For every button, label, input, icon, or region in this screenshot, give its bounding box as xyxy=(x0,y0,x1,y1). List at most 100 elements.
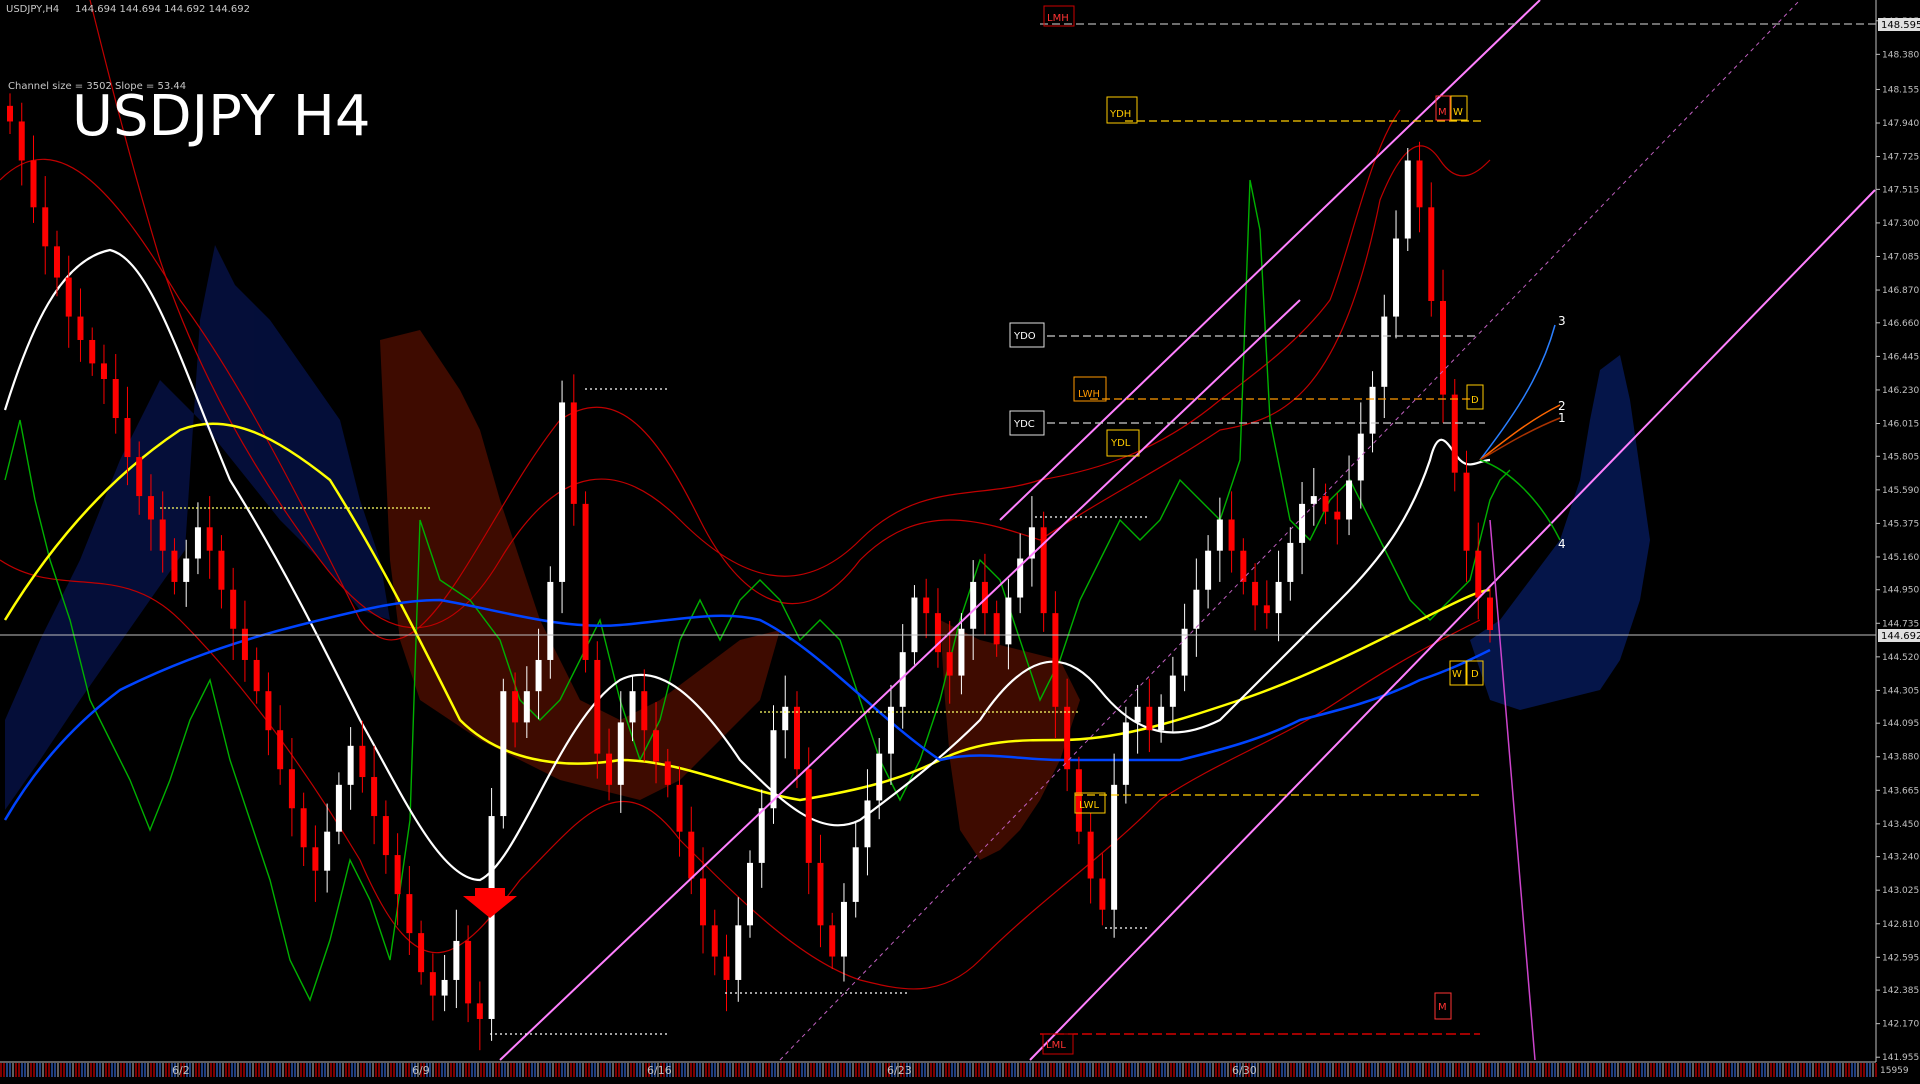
candle-bull[interactable] xyxy=(535,659,542,692)
candle-bull[interactable] xyxy=(876,753,883,801)
candle-bear[interactable] xyxy=(1052,613,1059,707)
candle-bear[interactable] xyxy=(30,160,37,208)
candle-bull[interactable] xyxy=(1381,316,1388,387)
candle-bear[interactable] xyxy=(1146,706,1153,731)
candle-bull[interactable] xyxy=(864,800,871,848)
candle-bear[interactable] xyxy=(265,691,272,731)
candle-bear[interactable] xyxy=(18,121,25,161)
candle-bear[interactable] xyxy=(570,402,577,504)
price-chart[interactable]: LMH YDH M W YDO LWH D YDC YDL W D LWL M … xyxy=(0,0,1920,1080)
candle-bull[interactable] xyxy=(911,597,918,653)
candle-bear[interactable] xyxy=(206,527,213,551)
candle-bear[interactable] xyxy=(277,730,284,770)
candle-bull[interactable] xyxy=(958,628,965,676)
candle-bull[interactable] xyxy=(852,847,859,902)
candle-bear[interactable] xyxy=(653,730,660,762)
candle-bear[interactable] xyxy=(382,816,389,856)
candle-bear[interactable] xyxy=(147,496,154,520)
candle-bear[interactable] xyxy=(993,613,1000,645)
candle-bull[interactable] xyxy=(1169,675,1176,707)
candle-bull[interactable] xyxy=(1393,238,1400,317)
candle-bull[interactable] xyxy=(1404,160,1411,239)
candle-bear[interactable] xyxy=(723,956,730,980)
candle-bull[interactable] xyxy=(183,558,190,582)
candle-bear[interactable] xyxy=(700,878,707,926)
candle-bull[interactable] xyxy=(735,925,742,980)
candle-bull[interactable] xyxy=(758,808,765,863)
candle-bear[interactable] xyxy=(1487,597,1493,631)
candle-bull[interactable] xyxy=(1287,542,1294,582)
candle-bull[interactable] xyxy=(559,402,566,582)
candle-bear[interactable] xyxy=(159,519,166,551)
candle-bear[interactable] xyxy=(476,1003,483,1019)
candle-bear[interactable] xyxy=(606,753,613,785)
candle-bear[interactable] xyxy=(53,246,60,278)
candle-bear[interactable] xyxy=(829,925,836,957)
candle-bull[interactable] xyxy=(1275,581,1282,614)
candle-bear[interactable] xyxy=(1451,394,1458,473)
candle-bear[interactable] xyxy=(676,784,683,832)
candle-bear[interactable] xyxy=(300,808,307,848)
candle-bear[interactable] xyxy=(1263,605,1270,614)
candle-bear[interactable] xyxy=(1087,831,1094,879)
candle-bear[interactable] xyxy=(89,339,96,364)
candle-bear[interactable] xyxy=(1440,300,1447,395)
candle-bull[interactable] xyxy=(782,706,789,731)
candle-bear[interactable] xyxy=(711,925,718,957)
candle-bear[interactable] xyxy=(465,940,472,1004)
candle-bear[interactable] xyxy=(1252,581,1259,606)
candle-bull[interactable] xyxy=(1193,589,1200,629)
candle-bear[interactable] xyxy=(817,862,824,926)
candle-bear[interactable] xyxy=(230,589,237,629)
candle-bear[interactable] xyxy=(359,745,366,778)
candle-bull[interactable] xyxy=(1122,722,1129,785)
candle-bull[interactable] xyxy=(1134,706,1141,723)
candle-bear[interactable] xyxy=(688,831,695,879)
candle-bull[interactable] xyxy=(1299,503,1306,543)
candle-bull[interactable] xyxy=(347,745,354,785)
candle-bear[interactable] xyxy=(171,550,178,582)
candle-bear[interactable] xyxy=(923,597,930,614)
candle-bear[interactable] xyxy=(77,316,84,340)
candle-bear[interactable] xyxy=(429,972,436,996)
candle-bear[interactable] xyxy=(136,457,143,497)
candle-bear[interactable] xyxy=(218,550,225,590)
candle-bull[interactable] xyxy=(840,901,847,957)
candle-bear[interactable] xyxy=(512,691,519,723)
candle-bull[interactable] xyxy=(547,581,554,660)
candle-bull[interactable] xyxy=(194,527,201,559)
candle-bull[interactable] xyxy=(970,581,977,629)
candle-bear[interactable] xyxy=(1463,472,1470,551)
candle-bull[interactable] xyxy=(324,831,331,871)
candle-bear[interactable] xyxy=(946,652,953,676)
candle-bull[interactable] xyxy=(887,706,894,754)
candle-bull[interactable] xyxy=(1216,519,1223,551)
candle-bear[interactable] xyxy=(1334,511,1341,520)
candle-bull[interactable] xyxy=(1369,386,1376,434)
candle-bear[interactable] xyxy=(42,207,49,247)
candle-bear[interactable] xyxy=(100,363,107,380)
candle-bull[interactable] xyxy=(523,691,530,723)
candle-bull[interactable] xyxy=(453,940,460,980)
candle-bull[interactable] xyxy=(617,722,624,785)
candle-bull[interactable] xyxy=(747,862,753,926)
candle-bear[interactable] xyxy=(371,777,378,817)
candle-bull[interactable] xyxy=(770,730,777,809)
chart-window[interactable]: LMH YDH M W YDO LWH D YDC YDL W D LWL M … xyxy=(0,0,1920,1080)
candle-bull[interactable] xyxy=(1181,628,1188,676)
candle-bear[interactable] xyxy=(1322,496,1329,512)
candle-bear[interactable] xyxy=(312,847,319,871)
candle-bear[interactable] xyxy=(664,761,671,785)
candle-bear[interactable] xyxy=(641,691,648,731)
candle-bull[interactable] xyxy=(1005,597,1012,645)
candle-bear[interactable] xyxy=(7,105,13,122)
candle-bear[interactable] xyxy=(1240,550,1247,582)
candle-bear[interactable] xyxy=(288,769,295,809)
candle-bear[interactable] xyxy=(582,503,589,660)
candle-bull[interactable] xyxy=(1310,496,1317,504)
candle-bear[interactable] xyxy=(124,418,131,458)
candle-bear[interactable] xyxy=(406,894,413,934)
candle-bear[interactable] xyxy=(241,628,248,660)
candle-bear[interactable] xyxy=(112,379,119,419)
candle-bear[interactable] xyxy=(1475,550,1482,598)
